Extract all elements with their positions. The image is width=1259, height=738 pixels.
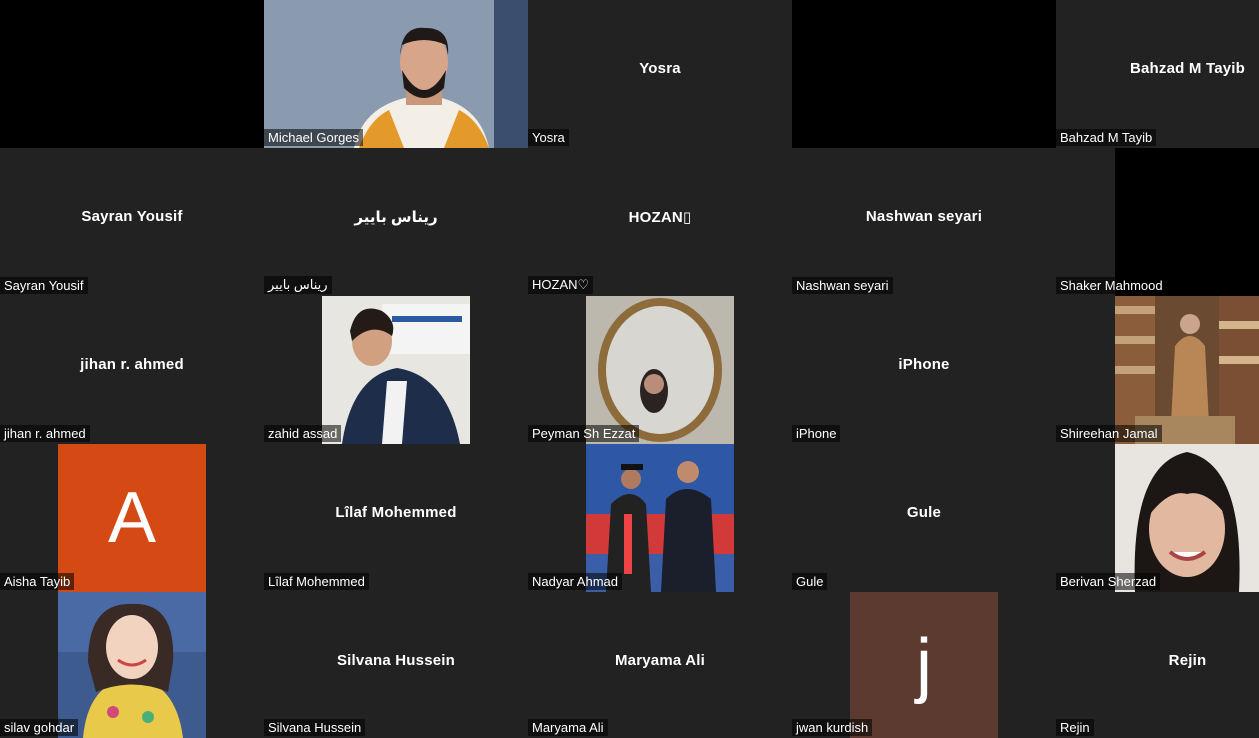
participant-display-name: iPhone xyxy=(898,356,950,373)
participant-display-name: Nashwan seyari xyxy=(865,208,983,225)
avatar: j xyxy=(850,592,998,738)
participant-name: ريناس بايير xyxy=(264,276,332,294)
participant-name: Shireehan Jamal xyxy=(1056,425,1162,442)
participant-tile-bahzad-m-tayib[interactable]: Bahzad M Tayib Bahzad M Tayib xyxy=(1056,0,1259,148)
participant-display-name: Gule xyxy=(906,504,942,521)
participant-name: silav gohdar xyxy=(0,719,79,736)
participant-tile-rejin[interactable]: Rejin Rejin xyxy=(1056,592,1259,738)
participant-name: Silvana Hussein xyxy=(264,719,366,736)
participant-tile-nadyar-ahmad[interactable]: Nadyar Ahmad xyxy=(528,444,792,592)
participant-name: zahid assad xyxy=(264,425,342,442)
participant-tile-iphone[interactable]: iPhone iPhone xyxy=(792,296,1056,444)
participant-tile-jwan-kurdish[interactable]: j jwan kurdish xyxy=(792,592,1056,738)
participant-display-name: Maryama Ali xyxy=(614,652,706,669)
participant-name: Rejin xyxy=(1056,719,1094,736)
participant-tile-jihan-r-ahmed[interactable]: jihan r. ahmed jihan r. ahmed xyxy=(0,296,264,444)
profile-photo xyxy=(586,444,734,592)
participant-name: Nadyar Ahmad xyxy=(528,573,622,590)
participant-display-name: jihan r. ahmed xyxy=(80,356,184,373)
participant-display-name: HOZAN▯ xyxy=(628,209,692,226)
participant-tile-empty-1[interactable] xyxy=(0,0,264,148)
profile-photo xyxy=(322,296,470,444)
participant-name: Aisha Tayib xyxy=(0,573,75,590)
profile-photo xyxy=(1115,296,1259,444)
profile-photo xyxy=(586,296,734,444)
participant-tile-shireehan-jamal[interactable]: Shireehan Jamal xyxy=(1056,296,1259,444)
participant-display-name: ريناس بايير xyxy=(354,209,438,226)
participant-name: Shaker Mahmood xyxy=(1056,277,1167,294)
participant-tile-michael-gorges[interactable]: Michael Gorges xyxy=(264,0,528,148)
participant-display-name: Lîlaf Mohemmed xyxy=(335,504,457,521)
participant-name: Michael Gorges xyxy=(264,129,364,146)
participant-tile-sayran-yousif[interactable]: Sayran Yousif Sayran Yousif xyxy=(0,148,264,296)
participant-display-name: Sayran Yousif xyxy=(81,208,183,225)
participant-name: jihan r. ahmed xyxy=(0,425,90,442)
participant-tile-silav-gohdar[interactable]: silav gohdar xyxy=(0,592,264,738)
profile-photo xyxy=(58,592,206,738)
participant-tile-berivan-sherzad[interactable]: Berivan Sherzad xyxy=(1056,444,1259,592)
participant-video xyxy=(1115,148,1259,296)
avatar-letter: j xyxy=(916,625,932,705)
participant-name: iPhone xyxy=(792,425,841,442)
participant-name: HOZAN♡ xyxy=(528,276,594,294)
participant-name: Sayran Yousif xyxy=(0,277,88,294)
participant-tile-empty-2[interactable] xyxy=(792,0,1056,148)
participant-display-name: Yosra xyxy=(639,60,681,77)
participant-tile-hozan[interactable]: HOZAN▯ HOZAN♡ xyxy=(528,148,792,296)
participant-display-name: Silvana Hussein xyxy=(336,652,456,669)
participant-name: Berivan Sherzad xyxy=(1056,573,1161,590)
participant-tile-gule[interactable]: Gule Gule xyxy=(792,444,1056,592)
avatar-letter: A xyxy=(107,478,157,558)
participant-name: jwan kurdish xyxy=(792,719,873,736)
participant-name: Lîlaf Mohemmed xyxy=(264,573,369,590)
participant-name: Maryama Ali xyxy=(528,719,608,736)
profile-photo xyxy=(1115,444,1259,592)
participant-tile-renas-bayir[interactable]: ريناس بايير ريناس بايير xyxy=(264,148,528,296)
participant-name: Gule xyxy=(792,573,828,590)
participant-tile-zahid-assad[interactable]: zahid assad xyxy=(264,296,528,444)
participant-name: Peyman Sh Ezzat xyxy=(528,425,640,442)
participant-tile-aisha-tayib[interactable]: A Aisha Tayib xyxy=(0,444,264,592)
participant-video xyxy=(264,0,528,148)
participant-tile-shaker-mahmood[interactable]: Shaker Mahmood xyxy=(1056,148,1259,296)
participant-name: Yosra xyxy=(528,129,569,146)
participant-name: Bahzad M Tayib xyxy=(1056,129,1157,146)
participant-display-name: Bahzad M Tayib xyxy=(1129,60,1246,77)
participant-tile-nashwan-seyari[interactable]: Nashwan seyari Nashwan seyari xyxy=(792,148,1056,296)
participant-name: Nashwan seyari xyxy=(792,277,893,294)
participant-tile-peyman-sh-ezzat[interactable]: Peyman Sh Ezzat xyxy=(528,296,792,444)
participant-tile-silvana-hussein[interactable]: Silvana Hussein Silvana Hussein xyxy=(264,592,528,738)
participant-display-name: Rejin xyxy=(1168,652,1207,669)
participant-tile-maryama-ali[interactable]: Maryama Ali Maryama Ali xyxy=(528,592,792,738)
participant-tile-lilaf-mohemmed[interactable]: Lîlaf Mohemmed Lîlaf Mohemmed xyxy=(264,444,528,592)
participant-tile-yosra[interactable]: Yosra Yosra xyxy=(528,0,792,148)
avatar: A xyxy=(58,444,206,592)
